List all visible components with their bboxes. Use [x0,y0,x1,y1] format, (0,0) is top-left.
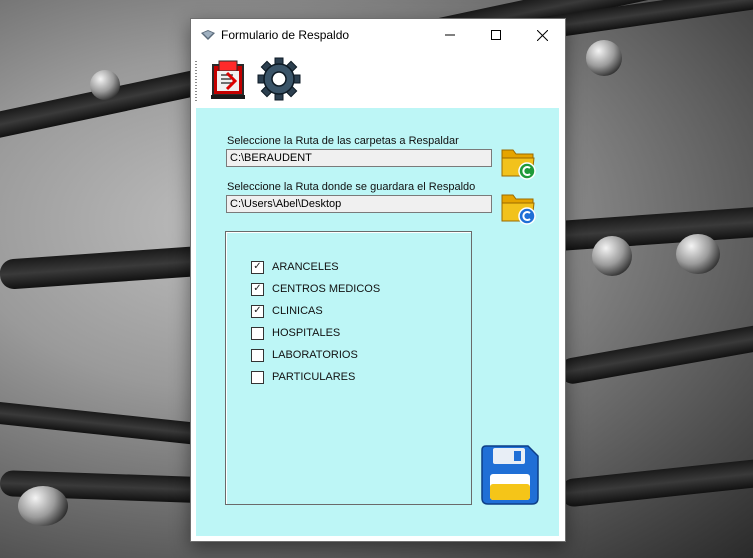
form-panel: Seleccione la Ruta de las carpetas a Res… [196,108,559,536]
checkbox[interactable] [251,348,264,362]
toolbar [191,51,565,107]
browse-source-button[interactable] [501,142,537,180]
checkbox[interactable] [251,370,264,384]
checklist-item[interactable]: LABORATORIOS [251,346,358,364]
checklist-item[interactable]: HOSPITALES [251,324,340,342]
save-backup-button[interactable] [478,444,540,506]
close-button[interactable] [519,19,565,51]
export-button[interactable] [205,55,253,103]
title-bar[interactable]: Formulario de Respaldo [191,19,565,51]
wallpaper-stem [557,321,753,386]
settings-button[interactable] [255,55,303,103]
folder-icon [501,149,536,180]
checkbox[interactable]: ✓ [251,282,264,296]
water-drop [592,236,632,276]
checkbox[interactable] [251,326,264,340]
water-drop [90,70,120,100]
checklist-item[interactable]: ✓ ARANCELES [251,258,339,276]
source-path-label: Seleccione la Ruta de las carpetas a Res… [227,135,459,147]
window-title: Formulario de Respaldo [221,28,350,42]
checklist-item[interactable]: ✓ CLINICAS [251,302,323,320]
water-drop [676,234,720,274]
checklist-item[interactable]: PARTICULARES [251,368,355,386]
app-icon [201,30,215,40]
water-drop [586,40,622,76]
close-icon [536,29,548,41]
maximize-icon [491,30,501,40]
minimize-icon [445,34,455,36]
checkbox[interactable]: ✓ [251,304,264,318]
checklist-item-label: CLINICAS [272,305,323,317]
folder-icon [501,194,536,225]
checkbox[interactable]: ✓ [251,260,264,274]
checklist-item-label: CENTROS MEDICOS [272,283,381,295]
minimize-button[interactable] [427,19,473,51]
floppy-disk-icon [481,445,539,505]
checklist-item[interactable]: ✓ CENTROS MEDICOS [251,280,380,298]
maximize-button[interactable] [473,19,519,51]
backup-form-window: Formulario de Respaldo Seleccione la Rut… [190,18,566,542]
destination-path-label: Seleccione la Ruta donde se guardara el … [227,181,476,193]
export-icon [211,60,245,99]
source-path-input[interactable] [226,149,492,167]
checklist-item-label: ARANCELES [272,261,339,273]
destination-path-input[interactable] [226,195,492,213]
checklist-item-label: PARTICULARES [272,371,356,383]
gear-icon [257,57,301,101]
water-drop [18,486,68,526]
checklist-item-label: HOSPITALES [272,327,341,339]
folder-checklist: ✓ ARANCELES ✓ CENTROS MEDICOS ✓ CLINICAS… [225,231,472,505]
toolbar-grip[interactable] [195,61,197,101]
wallpaper-stem [558,454,753,508]
checklist-item-label: LABORATORIOS [272,349,358,361]
browse-destination-button[interactable] [501,187,537,225]
